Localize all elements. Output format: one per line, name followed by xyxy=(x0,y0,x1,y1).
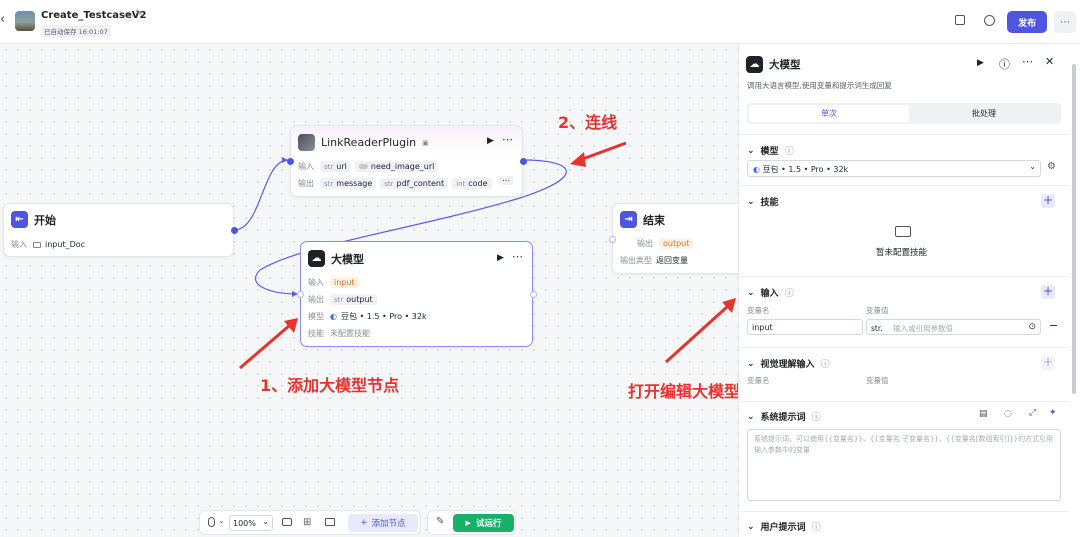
skills-section-label: 技能 xyxy=(760,198,779,208)
llm-config-panel: ☁ 大模型 ▶ ⓘ ⋯ ✕ 调用大语言模型,使用变量和提示词生成回复 单次 批处… xyxy=(738,44,1080,537)
input-value-field[interactable]: str. 输入或引用参数值 ⊙ xyxy=(866,319,1041,335)
arrow-open-editor xyxy=(664,304,730,364)
bulb-icon[interactable]: ◌ xyxy=(1004,409,1012,419)
zoom-value: 100% xyxy=(233,519,256,528)
test-run-button[interactable]: ▶ 试运行 xyxy=(453,514,514,532)
add-node-label: 添加节点 xyxy=(371,519,406,529)
minimap-icon[interactable] xyxy=(325,518,335,526)
mode-tabs: 单次 批处理 xyxy=(747,103,1061,124)
arrow-add-node xyxy=(239,323,291,370)
zoom-select[interactable]: 100% ⌄ xyxy=(229,515,273,531)
system-prompt-title: ⌄ 系统提示词 ⓘ xyxy=(747,410,821,424)
vision-col-value: 变量值 xyxy=(866,376,889,385)
arrow-add-node-head xyxy=(284,318,298,333)
input-section-label: 输入 xyxy=(760,289,779,299)
add-vision-button[interactable]: + xyxy=(1041,356,1055,370)
system-prompt-textarea[interactable]: 系统提示词，可以使用{{变量名}}、{{变量名.子变量名}}、{{变量名[数组索… xyxy=(747,429,1061,501)
annotation-add-node: 1、添加大模型节点 xyxy=(260,376,400,395)
chevron-down-icon[interactable]: ⌄ xyxy=(218,516,225,525)
annotation-connect: 2、连线 xyxy=(558,113,618,132)
info-icon: ⓘ xyxy=(784,289,794,299)
tab-single[interactable]: 单次 xyxy=(749,105,909,122)
chevron-down-icon[interactable]: ⌄ xyxy=(747,412,755,422)
panel-title: 大模型 xyxy=(769,59,801,71)
col-name-header: 变量名 xyxy=(747,306,770,315)
arrow-connect xyxy=(579,141,627,162)
chevron-down-icon[interactable]: ⌄ xyxy=(747,197,755,207)
info-icon: ⓘ xyxy=(784,147,794,157)
info-icon: ⓘ xyxy=(820,360,830,370)
model-section-label: 模型 xyxy=(760,147,779,157)
input-name-value: input xyxy=(752,323,773,332)
test-run-label: 试运行 xyxy=(475,519,502,529)
empty-box-icon xyxy=(895,226,911,237)
add-node-button[interactable]: + 添加节点 xyxy=(348,514,418,532)
variable-ref-icon[interactable]: ⊙ xyxy=(1028,322,1036,332)
input-name-field[interactable]: input xyxy=(747,319,863,335)
chevron-down-icon: ⌄ xyxy=(1029,162,1036,171)
model-select[interactable]: ◐ 豆包 • 1.5 • Pro • 32k ⌄ xyxy=(747,160,1041,177)
remove-input-icon[interactable]: − xyxy=(1049,319,1058,332)
model-select-value: 豆包 • 1.5 • Pro • 32k xyxy=(762,165,849,174)
panel-description: 调用大语言模型,使用变量和提示词生成回复 xyxy=(747,81,892,90)
system-prompt-section: ⌄ 系统提示词 ⓘ ▤ ◌ ⤢ ✦ 系统提示词，可以使用{{变量名}}、{{变量名.… xyxy=(739,401,1069,511)
vision-section-title: ⌄ 视觉理解输入 ⓘ xyxy=(747,357,830,371)
user-section-label: 用户提示词 xyxy=(760,523,806,533)
panel-scrollbar[interactable] xyxy=(1072,64,1076,394)
skills-empty-text: 暂未配置技能 xyxy=(876,248,928,258)
user-prompt-title: ⌄ 用户提示词 ⓘ xyxy=(747,520,821,534)
wrench-icon[interactable]: ✎ xyxy=(436,516,444,527)
doubao-icon: ◐ xyxy=(753,165,760,174)
help-icon[interactable]: ⓘ xyxy=(999,56,1010,72)
vision-section-label: 视觉理解输入 xyxy=(760,360,815,370)
run-icon[interactable]: ▶ xyxy=(977,58,984,68)
tab-batch-label: 批处理 xyxy=(972,109,996,118)
tab-single-label: 单次 xyxy=(821,109,837,118)
chevron-down-icon[interactable]: ⌄ xyxy=(747,146,755,156)
user-prompt-section: ⌄ 用户提示词 ⓘ xyxy=(739,511,1069,537)
info-icon: ⓘ xyxy=(811,523,821,533)
system-prompt-placeholder: 系统提示词，可以使用{{变量名}}、{{变量名.子变量名}}、{{变量名[数组索… xyxy=(754,435,1054,454)
vision-col-name: 变量名 xyxy=(747,376,770,385)
input-section-title: ⌄ 输入 ⓘ xyxy=(747,286,794,300)
ai-sparkle-icon[interactable]: ✦ xyxy=(1049,408,1057,418)
comment-icon[interactable] xyxy=(282,518,292,526)
skills-section: ⌄ 技能 + 暂未配置技能 xyxy=(739,185,1069,276)
info-icon: ⓘ xyxy=(811,413,821,423)
arrow-connect-head xyxy=(570,152,586,167)
tab-batch[interactable]: 批处理 xyxy=(909,105,1059,122)
input-value-placeholder: 输入或引用参数值 xyxy=(893,324,954,333)
canvas-toolbar: ⌄ 100% ⌄ ⊞ + 添加节点 xyxy=(199,510,421,535)
close-icon[interactable]: ✕ xyxy=(1045,55,1054,68)
chevron-down-icon[interactable]: ⌄ xyxy=(747,522,755,532)
panel-header: ☁ 大模型 xyxy=(746,56,801,73)
col-value-header: 变量值 xyxy=(866,306,889,315)
template-icon[interactable]: ▤ xyxy=(979,409,988,419)
chevron-down-icon[interactable]: ⌄ xyxy=(747,288,755,298)
model-section: ⌄ 模型 ⓘ ◐ 豆包 • 1.5 • Pro • 32k ⌄ ⚙ xyxy=(739,134,1069,185)
type-select[interactable]: str. xyxy=(871,324,883,333)
plus-icon: + xyxy=(360,518,368,528)
chevron-down-icon[interactable]: ⌄ xyxy=(747,359,755,369)
add-input-button[interactable]: + xyxy=(1041,285,1055,299)
vision-input-section: ⌄ 视觉理解输入 ⓘ + 变量名 变量值 xyxy=(739,347,1069,401)
mouse-icon[interactable] xyxy=(208,517,215,527)
skills-section-title: ⌄ 技能 xyxy=(747,195,779,209)
more-icon[interactable]: ⋯ xyxy=(1022,55,1033,68)
model-section-title: ⌄ 模型 ⓘ xyxy=(747,144,794,158)
play-icon: ▶ xyxy=(465,519,471,527)
add-skill-button[interactable]: + xyxy=(1041,194,1055,208)
expand-icon[interactable]: ⤢ xyxy=(1029,408,1036,418)
llm-icon: ☁ xyxy=(746,56,763,73)
grid-icon[interactable]: ⊞ xyxy=(303,517,311,528)
chevron-down-icon: ⌄ xyxy=(262,517,269,526)
system-section-label: 系统提示词 xyxy=(760,413,806,423)
input-section: ⌄ 输入 ⓘ + 变量名 变量值 input str. 输入或引用参数值 ⊙ − xyxy=(739,276,1069,347)
settings-icon[interactable]: ⚙ xyxy=(1047,161,1056,172)
run-toolbar: ✎ ▶ 试运行 xyxy=(427,510,516,535)
